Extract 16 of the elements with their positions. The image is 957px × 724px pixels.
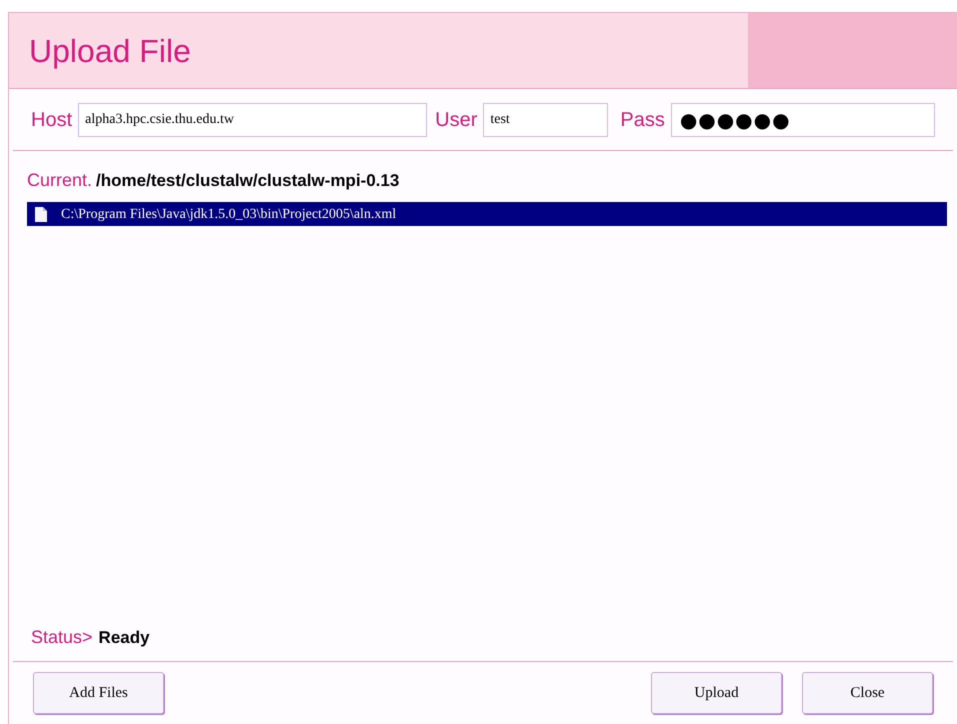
status-value: Ready — [98, 627, 150, 649]
user-label: User — [435, 108, 478, 132]
current-label: Current. — [27, 169, 92, 192]
password-field[interactable]: ●●●●●● — [670, 102, 935, 136]
dialog-button[interactable]: Upload — [651, 672, 782, 714]
window-title: Upload File — [29, 32, 191, 71]
pass-label: Pass — [620, 108, 665, 132]
dialog-button[interactable]: Add Files — [33, 672, 164, 714]
file-icon — [35, 206, 47, 222]
user-field[interactable]: test — [483, 102, 608, 136]
dialog-button[interactable]: Close — [802, 672, 933, 714]
status-label: Status> — [31, 626, 93, 649]
current-path: /home/test/clustalw/clustalw-mpi-0.13 — [96, 170, 400, 192]
host-field[interactable]: alpha3.hpc.csie.thu.edu.tw — [78, 102, 428, 136]
file-row[interactable]: C:\Program Files\Java\jdk1.5.0_03\bin\Project2005\aln.xml — [27, 202, 947, 226]
host-label: Host — [31, 108, 72, 132]
